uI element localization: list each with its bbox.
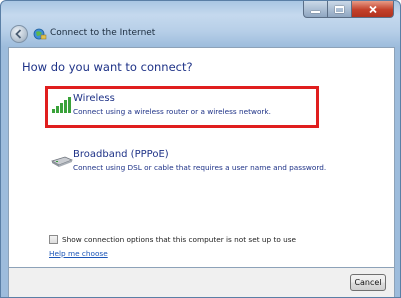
broadband-modem-icon — [51, 156, 73, 167]
option-broadband-description: Connect using DSL or cable that requires… — [73, 163, 327, 172]
option-wireless-title: Wireless — [73, 93, 115, 104]
window-title: Connect to the Internet — [50, 28, 156, 38]
content-pane: How do you want to connect? Wireless Con… — [8, 47, 395, 268]
back-arrow-icon — [15, 29, 22, 39]
title-bar: Connect to the Internet — [1, 1, 400, 47]
connect-to-internet-window: Connect to the Internet How do you want … — [0, 0, 401, 298]
network-globe-icon — [33, 28, 47, 40]
show-options-row: Show connection options that this comput… — [49, 235, 296, 244]
caption-buttons — [303, 1, 394, 19]
wireless-signal-icon — [52, 97, 71, 113]
close-button[interactable] — [352, 1, 394, 18]
back-button[interactable] — [10, 25, 28, 43]
option-broadband[interactable]: Broadband (PPPoE) Connect using DSL or c… — [45, 142, 326, 184]
maximize-icon — [335, 5, 344, 13]
close-icon — [368, 5, 377, 13]
show-options-checkbox[interactable] — [49, 235, 58, 244]
cancel-button[interactable]: Cancel — [350, 274, 386, 291]
page-heading: How do you want to connect? — [22, 60, 193, 74]
option-wireless-description: Connect using a wireless router or a wir… — [73, 107, 271, 116]
help-me-choose-link[interactable]: Help me choose — [49, 249, 108, 258]
option-broadband-title: Broadband (PPPoE) — [73, 149, 169, 160]
show-options-label[interactable]: Show connection options that this comput… — [62, 235, 296, 244]
maximize-button[interactable] — [328, 1, 352, 18]
minimize-icon — [311, 10, 320, 13]
option-wireless[interactable]: Wireless Connect using a wireless router… — [45, 86, 319, 128]
footer-bar: Cancel — [8, 268, 395, 297]
minimize-button[interactable] — [303, 1, 328, 18]
